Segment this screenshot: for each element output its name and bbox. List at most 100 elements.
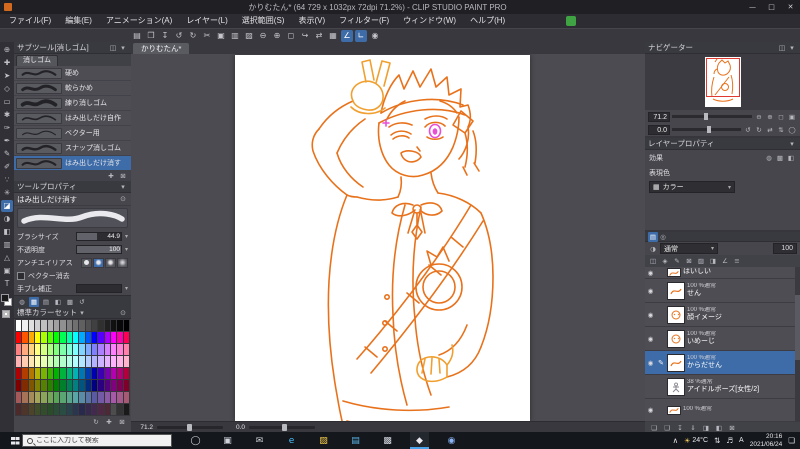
color-swatch[interactable] bbox=[117, 332, 123, 343]
tool-blend[interactable]: ◑ bbox=[1, 213, 13, 225]
layer-row[interactable]: ◉ 100 %通常 bbox=[645, 399, 800, 422]
color-history-icon[interactable]: ↺ bbox=[77, 297, 87, 307]
border-effect-icon[interactable]: ◍ bbox=[764, 153, 774, 163]
panel-dock-icon[interactable]: ◫ bbox=[108, 44, 118, 52]
navigator-canvas-preview[interactable] bbox=[704, 57, 741, 107]
color-swatch[interactable] bbox=[66, 380, 72, 391]
taskbar-mail-icon[interactable]: ✉ bbox=[250, 432, 269, 449]
color-swatch[interactable] bbox=[92, 332, 98, 343]
anti-aliasing-middle-button[interactable] bbox=[105, 257, 116, 268]
color-swatch[interactable] bbox=[117, 368, 123, 379]
color-swatch[interactable] bbox=[47, 344, 53, 355]
cut-icon[interactable]: ✂ bbox=[201, 30, 213, 42]
minimize-button[interactable]: — bbox=[743, 3, 762, 11]
grid-icon[interactable]: ▦ bbox=[327, 30, 339, 42]
color-swatch[interactable] bbox=[79, 392, 85, 403]
delete-subtool-icon[interactable]: ⊠ bbox=[118, 171, 128, 181]
color-swatch[interactable] bbox=[41, 320, 47, 331]
subtool-detail-icon[interactable]: ⊙ bbox=[118, 195, 128, 203]
layer-thumbnail[interactable] bbox=[667, 329, 685, 348]
color-swatch[interactable] bbox=[47, 380, 53, 391]
clip-studio-launcher-icon[interactable] bbox=[566, 16, 576, 26]
color-swatch[interactable] bbox=[41, 368, 47, 379]
color-swatch[interactable] bbox=[123, 344, 129, 355]
workspace-settings-icon[interactable]: ◉ bbox=[369, 30, 381, 42]
menu-help[interactable]: ヘルプ(H) bbox=[463, 14, 512, 28]
color-swatch[interactable] bbox=[66, 320, 72, 331]
color-swatch[interactable] bbox=[28, 380, 34, 391]
color-swatch[interactable] bbox=[16, 356, 22, 367]
color-swatch[interactable] bbox=[28, 332, 34, 343]
navigator-thumbnail[interactable] bbox=[645, 54, 800, 110]
color-swatch[interactable] bbox=[28, 404, 34, 415]
taskbar-photos-icon[interactable]: ▩ bbox=[378, 432, 397, 449]
menu-layer[interactable]: レイヤー(L) bbox=[179, 14, 235, 28]
maximize-button[interactable]: □ bbox=[762, 3, 781, 11]
clip-to-layer-icon[interactable]: ◫ bbox=[648, 256, 658, 266]
menu-file[interactable]: ファイル(F) bbox=[2, 14, 58, 28]
color-swatch[interactable] bbox=[73, 380, 79, 391]
redo-icon[interactable]: ↻ bbox=[187, 30, 199, 42]
color-swatch[interactable] bbox=[79, 320, 85, 331]
color-slider-icon[interactable]: ▤ bbox=[41, 297, 51, 307]
color-swatch[interactable] bbox=[104, 356, 110, 367]
replace-color-icon[interactable]: ↻ bbox=[91, 417, 101, 427]
navigator-rotation-slider[interactable] bbox=[672, 126, 741, 133]
color-swatch[interactable] bbox=[98, 320, 104, 331]
stabilization-slider[interactable] bbox=[75, 284, 122, 293]
nav-actual-size-icon[interactable]: ▣ bbox=[787, 112, 797, 122]
color-swatch[interactable] bbox=[22, 332, 28, 343]
color-swatch[interactable] bbox=[104, 404, 110, 415]
color-swatch[interactable] bbox=[117, 380, 123, 391]
color-swatch[interactable] bbox=[111, 320, 117, 331]
color-swatch[interactable] bbox=[66, 392, 72, 403]
color-swatch[interactable] bbox=[35, 356, 41, 367]
color-swatch[interactable] bbox=[41, 332, 47, 343]
color-swatch[interactable] bbox=[66, 344, 72, 355]
color-swatch[interactable] bbox=[60, 356, 66, 367]
taskbar-search[interactable] bbox=[22, 434, 172, 447]
color-swatch[interactable] bbox=[47, 320, 53, 331]
color-swatch[interactable] bbox=[104, 368, 110, 379]
anti-aliasing-strong-button[interactable] bbox=[117, 257, 128, 268]
save-icon[interactable]: ↧ bbox=[159, 30, 171, 42]
color-swatch[interactable] bbox=[117, 356, 123, 367]
color-swatch[interactable] bbox=[79, 332, 85, 343]
color-swatch[interactable] bbox=[54, 356, 60, 367]
color-swatch[interactable] bbox=[123, 392, 129, 403]
color-swatch[interactable] bbox=[35, 320, 41, 331]
taskbar-clip-studio-icon[interactable]: ◆ bbox=[410, 432, 429, 449]
color-swatch[interactable] bbox=[104, 380, 110, 391]
color-swatch[interactable] bbox=[60, 380, 66, 391]
color-swatch[interactable] bbox=[16, 368, 22, 379]
color-swatch[interactable] bbox=[22, 344, 28, 355]
taskbar-clock[interactable]: 20:16 2021/06/24 bbox=[750, 433, 783, 448]
panel-menu-icon[interactable]: ▾ bbox=[787, 44, 797, 52]
color-swatch[interactable] bbox=[54, 368, 60, 379]
menu-edit[interactable]: 編集(E) bbox=[58, 14, 99, 28]
color-swatch[interactable] bbox=[47, 332, 53, 343]
opacity-slider[interactable]: 100 bbox=[75, 245, 122, 254]
color-swatch[interactable] bbox=[60, 344, 66, 355]
color-swatch[interactable] bbox=[98, 404, 104, 415]
color-swatch[interactable] bbox=[73, 404, 79, 415]
color-swatch[interactable] bbox=[123, 332, 129, 343]
tool-brush[interactable]: ✐ bbox=[1, 161, 13, 173]
search-input[interactable] bbox=[36, 437, 148, 444]
color-swatch[interactable] bbox=[22, 404, 28, 415]
layer-visible-icon[interactable]: ◉ bbox=[646, 406, 655, 414]
taskbar-store-icon[interactable]: ▤ bbox=[346, 432, 365, 449]
color-swatch[interactable] bbox=[16, 392, 22, 403]
color-swatch[interactable] bbox=[22, 392, 28, 403]
lock-layer-icon[interactable]: ⊠ bbox=[684, 256, 694, 266]
lock-transparent-icon[interactable]: ▨ bbox=[696, 256, 706, 266]
new-file-icon[interactable]: ▤ bbox=[131, 30, 143, 42]
tool-decoration[interactable]: ✳ bbox=[1, 187, 13, 199]
color-swatch[interactable] bbox=[111, 392, 117, 403]
layer-row[interactable]: ◉ 100 %通常 いめーじ bbox=[645, 327, 800, 351]
navigator-view-rectangle[interactable] bbox=[705, 58, 740, 97]
color-swatch[interactable] bbox=[104, 392, 110, 403]
color-swatch[interactable] bbox=[85, 392, 91, 403]
color-swatch[interactable] bbox=[123, 368, 129, 379]
color-swatch[interactable] bbox=[98, 332, 104, 343]
